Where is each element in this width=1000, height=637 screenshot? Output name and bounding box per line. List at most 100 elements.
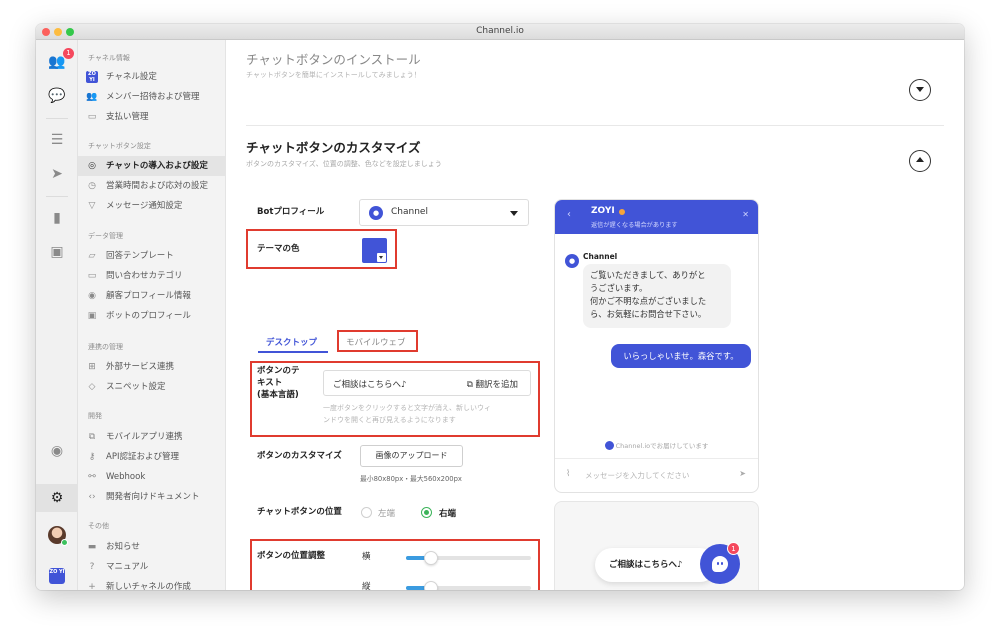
- add-translation-button[interactable]: ⧉ 翻訳を追加: [467, 378, 518, 390]
- upload-image-button[interactable]: 画像のアップロード: [360, 445, 463, 467]
- chat-window-preview: ‹ ZOYI 返信が遅くなる場合があります ✕ ● Channel ご覧いただき…: [554, 199, 759, 493]
- expand-install-button[interactable]: [909, 79, 931, 101]
- sidebar-item-customer-profile[interactable]: ◉ 顧客プロフィール情報: [78, 286, 225, 306]
- send-icon: ▽: [88, 201, 96, 211]
- sidebar-item-integrations[interactable]: ⊞ 外部サービス連携: [78, 357, 225, 377]
- brand-icon: ZO YI: [86, 71, 98, 83]
- sidebar-item-bot-profile[interactable]: ▣ ボットのプロフィール: [78, 306, 225, 326]
- settings-sidebar: チャネル情報 ZO YI チャネル設定 👥 メンバー招待および管理 ▭ 支払い管理 チャ…: [78, 40, 226, 590]
- position-right-label: 右端: [439, 509, 457, 519]
- customize-section-subtitle: ボタンのカスタマイズ、位置の調整、色などを設定しましょう: [246, 160, 442, 168]
- color-dropdown-icon: [377, 253, 386, 262]
- horizontal-slider-handle[interactable]: [424, 551, 438, 565]
- vertical-slider[interactable]: [406, 581, 531, 590]
- sidebar-item-notifications[interactable]: ▽ メッセージ通知設定: [78, 196, 225, 216]
- sidebar-heading: チャネル情報: [88, 54, 130, 62]
- highlight-position-adjust: [250, 539, 540, 590]
- channel-icon[interactable]: ◉: [47, 441, 67, 461]
- sidebar-item-members[interactable]: 👥 メンバー招待および管理: [78, 87, 225, 107]
- button-customize-label: ボタンのカスタマイズ: [257, 451, 342, 461]
- sidebar-item-templates[interactable]: ▱ 回答テンプレート: [78, 246, 225, 266]
- sidebar-item-manual[interactable]: ? マニュアル: [78, 557, 225, 577]
- sidebar-item-api[interactable]: ⚷ API認証および管理: [78, 447, 225, 467]
- horizontal-slider[interactable]: [406, 551, 531, 565]
- theme-color-picker[interactable]: [362, 238, 387, 263]
- preview-bot-name: Channel: [583, 252, 618, 261]
- online-status-dot: [61, 539, 68, 546]
- sidebar-item-mobile-app[interactable]: ⧉ モバイルアプリ連携: [78, 427, 225, 447]
- sidebar-item-developer-docs[interactable]: ‹› 開発者向けドキュメント: [78, 487, 225, 507]
- sidebar-item-webhook[interactable]: ⚯ Webhook: [78, 467, 225, 487]
- position-left-label: 左端: [378, 509, 396, 519]
- away-status-dot: [619, 209, 625, 215]
- active-tab-indicator: [258, 351, 328, 353]
- theme-color-label: テーマの色: [257, 244, 300, 254]
- bar-chart-icon[interactable]: ▮: [47, 208, 67, 228]
- members-icon: 👥: [86, 92, 98, 102]
- app-window: Channel.io 👥 1 💬 ☰ ➤ ▮ ▣ ◉ ⚙ ZO YI チャネル情…: [36, 24, 964, 590]
- sidebar-item-business-hours[interactable]: ◷ 営業時間および応対の設定: [78, 176, 225, 196]
- sidebar-item-categories[interactable]: ▭ 問い合わせカテゴリ: [78, 266, 225, 286]
- upload-size-hint: 最小80x80px・最大560x200px: [360, 475, 462, 483]
- tab-mobile-web[interactable]: モバイルウェブ: [346, 336, 406, 348]
- send-icon: ➤: [739, 469, 746, 478]
- position-right-radio[interactable]: [421, 507, 432, 518]
- profile-icon: ◉: [88, 291, 96, 301]
- tab-desktop[interactable]: デスクトップ: [266, 336, 317, 348]
- preview-channel-name: ZOYI: [591, 206, 615, 216]
- launcher-badge: 1: [727, 542, 740, 555]
- robot-icon[interactable]: ▣: [47, 242, 67, 262]
- rail-divider: [46, 196, 68, 197]
- button-text-help: 一度ボタンをクリックすると文字が消え、新しいウィ ンドウを開くと再び見えるように…: [323, 404, 491, 424]
- grid-icon: ⊞: [88, 362, 96, 372]
- notification-badge: 1: [63, 48, 74, 59]
- main-content: チャットボタンのインストール チャットボタンを簡単にインストールしてみましょう！…: [226, 40, 964, 590]
- sidebar-heading: その他: [88, 522, 109, 530]
- position-left-radio[interactable]: [361, 507, 372, 518]
- section-divider: [246, 125, 944, 126]
- vertical-label: 縦: [362, 582, 371, 590]
- sidebar-heading: 開発: [88, 412, 102, 420]
- powered-by-text: Channel.ioでお届けしています: [555, 440, 758, 450]
- template-icon: ▱: [88, 251, 96, 261]
- bot-icon: ▣: [87, 311, 97, 321]
- close-icon: ✕: [742, 210, 749, 219]
- list-icon[interactable]: ☰: [47, 130, 67, 150]
- link-icon: ⧉: [88, 432, 96, 442]
- key-icon: ⚷: [88, 452, 96, 462]
- new-icon: ▬: [87, 542, 97, 552]
- preview-header: ‹ ZOYI 返信が遅くなる場合があります ✕: [555, 200, 758, 234]
- vertical-slider-handle[interactable]: [424, 581, 438, 590]
- sidebar-item-billing[interactable]: ▭ 支払い管理: [78, 107, 225, 127]
- card-icon: ▭: [87, 112, 97, 122]
- bot-avatar: ●: [565, 254, 579, 268]
- sidebar-heading: データ管理: [88, 232, 123, 240]
- install-section-subtitle: チャットボタンを簡単にインストールしてみましょう！: [246, 71, 421, 79]
- icon-rail: 👥 1 💬 ☰ ➤ ▮ ▣ ◉ ⚙ ZO YI: [36, 40, 78, 590]
- sidebar-heading: 連携の管理: [88, 343, 123, 351]
- collapse-customize-button[interactable]: [909, 150, 931, 172]
- window-title: Channel.io: [476, 26, 524, 36]
- gear-icon[interactable]: ⚙: [47, 488, 67, 508]
- code-icon: ‹›: [88, 492, 96, 502]
- install-section-title: チャットボタンのインストール: [246, 52, 421, 67]
- sidebar-item-news[interactable]: ▬ お知らせ: [78, 537, 225, 557]
- bot-profile-select[interactable]: ● Channel: [359, 199, 529, 226]
- rail-divider: [46, 118, 68, 119]
- back-icon: ‹: [567, 209, 571, 220]
- plus-icon: +: [88, 582, 96, 590]
- position-adjust-label: ボタンの位置調整: [257, 551, 326, 561]
- workspace-logo[interactable]: ZO YI: [49, 568, 65, 584]
- sidebar-item-new-channel[interactable]: + 新しいチャネルの作成: [78, 577, 225, 590]
- webhook-icon: ⚯: [88, 472, 96, 482]
- sidebar-item-snippets[interactable]: ◇ スニペット設定: [78, 377, 225, 397]
- chat-bubble-icon[interactable]: 💬: [47, 86, 67, 106]
- sidebar-item-channel-settings[interactable]: ZO YI チャネル設定: [78, 67, 225, 87]
- button-text-input[interactable]: ご相談はこちらへ♪ ⧉ 翻訳を追加: [323, 370, 531, 396]
- sidebar-item-chat-setup[interactable]: ◎ チャットの導入および設定: [78, 156, 225, 176]
- chevron-down-icon: [510, 211, 518, 216]
- paper-plane-icon[interactable]: ➤: [47, 164, 67, 184]
- channel-logo-icon: [604, 441, 614, 450]
- horizontal-label: 横: [362, 552, 371, 562]
- user-message-bubble: いらっしゃいませ。森谷です。: [611, 344, 751, 368]
